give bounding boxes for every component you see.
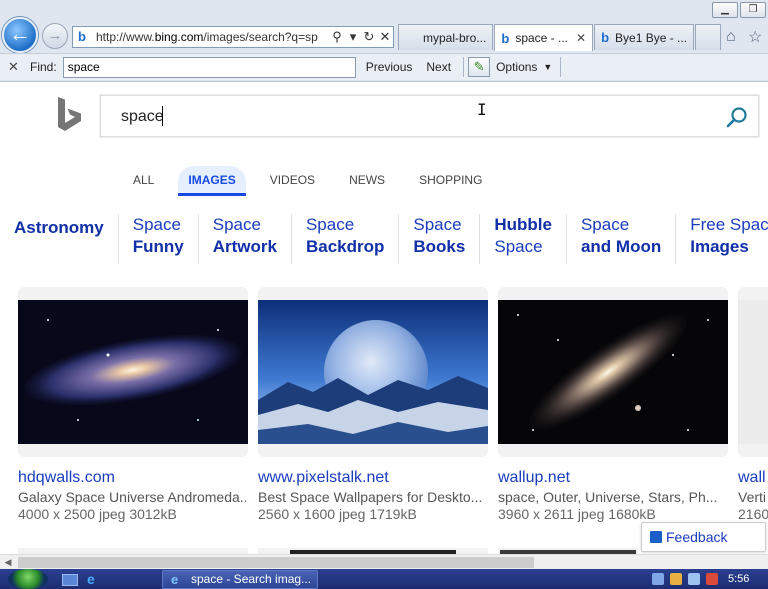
tab-strip: mypal-bro... b space - ... ✕ b Bye1 Bye … bbox=[398, 24, 722, 51]
related-search-item[interactable]: Space Books bbox=[398, 214, 479, 264]
divider bbox=[463, 57, 465, 77]
scroll-left-icon[interactable]: ◀ bbox=[0, 555, 16, 569]
taskbar-task-ie[interactable]: e space - Search imag... bbox=[162, 570, 318, 589]
chevron-down-icon[interactable]: ▼ bbox=[543, 62, 552, 72]
taskbar: e e space - Search imag... 5:56 bbox=[0, 569, 768, 589]
bing-favicon-icon: b bbox=[78, 29, 86, 44]
related-search-item[interactable]: Free Space Images bbox=[675, 214, 768, 264]
back-button[interactable]: ← bbox=[2, 17, 38, 53]
result-source-link[interactable]: wallup.net bbox=[498, 469, 570, 487]
tab-label: mypal-bro... bbox=[423, 30, 487, 45]
tab-shopping[interactable]: SHOPPING bbox=[409, 166, 492, 196]
related-search-item[interactable]: Astronomy bbox=[0, 214, 118, 264]
image-result-card[interactable] bbox=[498, 287, 728, 457]
address-url[interactable]: http://www.bing.com/images/search?q=sp bbox=[96, 30, 329, 44]
result-image[interactable] bbox=[498, 300, 728, 444]
highlight-pen-icon[interactable]: ✎ bbox=[468, 57, 491, 77]
show-desktop-icon[interactable] bbox=[62, 574, 78, 586]
result-title[interactable]: Galaxy Space Universe Andromeda... bbox=[18, 489, 246, 505]
system-tray: 5:56 bbox=[648, 569, 768, 589]
feedback-button[interactable]: Feedback bbox=[641, 522, 766, 552]
related-searches: Astronomy Space Funny Space Artwork Spac… bbox=[0, 214, 768, 264]
bing-logo[interactable] bbox=[56, 96, 84, 134]
window-controls: ▁ ❐ bbox=[712, 2, 766, 18]
find-previous-button[interactable]: Previous bbox=[366, 60, 413, 74]
find-label: Find: bbox=[30, 60, 57, 74]
dropdown-icon[interactable]: ▾ bbox=[345, 29, 361, 45]
tab-images[interactable]: IMAGES bbox=[178, 166, 246, 196]
volume-muted-icon[interactable] bbox=[706, 573, 718, 585]
refresh-icon[interactable]: ↻ bbox=[361, 29, 377, 45]
related-search-item[interactable]: Space Backdrop bbox=[290, 214, 398, 264]
result-source-link[interactable]: hdqwalls.com bbox=[18, 469, 115, 487]
image-result-card[interactable] bbox=[18, 287, 248, 457]
restore-button[interactable]: ❐ bbox=[740, 2, 766, 18]
result-title[interactable]: space, Outer, Universe, Stars, Ph... bbox=[498, 489, 726, 505]
internet-explorer-icon: e bbox=[171, 572, 179, 587]
bing-favicon-icon: b bbox=[601, 30, 610, 45]
tab-label: Bye1 Bye - ... bbox=[615, 30, 688, 45]
find-input[interactable] bbox=[62, 56, 356, 78]
search-icon[interactable]: ⚲ bbox=[329, 29, 345, 45]
back-arrow-icon: ← bbox=[9, 21, 31, 46]
clock[interactable]: 5:56 bbox=[728, 573, 749, 585]
search-icon[interactable] bbox=[726, 106, 748, 128]
home-icon[interactable]: ⌂ bbox=[726, 28, 736, 46]
related-search-item[interactable]: Hubble Space bbox=[479, 214, 566, 264]
address-bar[interactable]: b http://www.bing.com/images/search?q=sp… bbox=[72, 26, 394, 48]
horizontal-scrollbar[interactable]: ◀ bbox=[0, 554, 768, 569]
tab-mypal[interactable]: mypal-bro... bbox=[398, 24, 494, 50]
tab-bye[interactable]: b Bye1 Bye - ... bbox=[594, 24, 695, 50]
browser-chrome: ▁ ❐ ← → b http://www.bing.com/images/sea… bbox=[0, 0, 768, 82]
image-result-card[interactable] bbox=[738, 287, 768, 457]
find-bar: ✕ Find: Previous Next ✎ Options ▼ bbox=[0, 53, 768, 80]
result-source-link[interactable]: www.pixelstalk.net bbox=[258, 469, 389, 487]
find-next-button[interactable]: Next bbox=[426, 60, 451, 74]
result-image[interactable] bbox=[18, 300, 248, 444]
taskbar-task-label: space - Search imag... bbox=[191, 572, 312, 586]
result-meta: 2160 bbox=[738, 506, 768, 522]
result-meta: 4000 x 2500 jpeg 3012kB bbox=[18, 506, 177, 522]
result-title[interactable]: Verti bbox=[738, 489, 768, 505]
forward-arrow-icon: → bbox=[47, 27, 63, 44]
security-shield-icon[interactable] bbox=[670, 573, 682, 585]
image-result-card[interactable] bbox=[258, 287, 488, 457]
bing-favicon-icon: b bbox=[501, 30, 510, 46]
result-meta: 2560 x 1600 jpeg 1719kB bbox=[258, 506, 417, 522]
text-caret bbox=[162, 106, 163, 126]
feedback-icon bbox=[650, 531, 662, 543]
mouse-cursor-icon: I bbox=[477, 100, 487, 119]
favorites-star-icon[interactable]: ☆ bbox=[748, 27, 762, 47]
search-box[interactable]: space bbox=[100, 95, 759, 137]
new-tab-button[interactable] bbox=[695, 24, 722, 50]
internet-explorer-icon[interactable]: e bbox=[87, 571, 95, 587]
result-image[interactable] bbox=[258, 300, 488, 444]
related-search-item[interactable]: Space and Moon bbox=[565, 214, 675, 264]
tab-news[interactable]: NEWS bbox=[339, 166, 395, 196]
minimize-button[interactable]: ▁ bbox=[712, 2, 738, 18]
tab-space[interactable]: b space - ... ✕ bbox=[494, 24, 594, 51]
close-icon[interactable]: ✕ bbox=[8, 59, 22, 75]
result-title[interactable]: Best Space Wallpapers for Deskto... bbox=[258, 489, 486, 505]
network-icon[interactable] bbox=[652, 573, 664, 585]
feedback-label: Feedback bbox=[666, 529, 728, 545]
scrollbar-thumb[interactable] bbox=[18, 557, 534, 568]
search-input[interactable]: space bbox=[121, 108, 164, 126]
tab-label: space - ... bbox=[515, 31, 568, 45]
divider bbox=[560, 57, 562, 77]
tab-all[interactable]: ALL bbox=[123, 166, 164, 196]
find-options-button[interactable]: Options bbox=[496, 60, 537, 74]
tab-videos[interactable]: VIDEOS bbox=[260, 166, 325, 196]
search-nav: ALL IMAGES VIDEOS NEWS SHOPPING bbox=[123, 166, 506, 196]
result-image[interactable] bbox=[738, 300, 768, 444]
forward-button[interactable]: → bbox=[42, 23, 68, 49]
related-search-item[interactable]: Space Funny bbox=[117, 214, 198, 264]
monitor-icon[interactable] bbox=[688, 573, 700, 585]
result-meta: 3960 x 2611 jpeg 1680kB bbox=[498, 506, 656, 522]
close-tab-icon[interactable]: ✕ bbox=[576, 31, 586, 45]
related-search-item[interactable]: Space Artwork bbox=[197, 214, 291, 264]
result-source-link[interactable]: wall bbox=[738, 469, 768, 487]
start-button[interactable] bbox=[8, 569, 48, 589]
stop-icon[interactable]: ✕ bbox=[377, 29, 393, 45]
